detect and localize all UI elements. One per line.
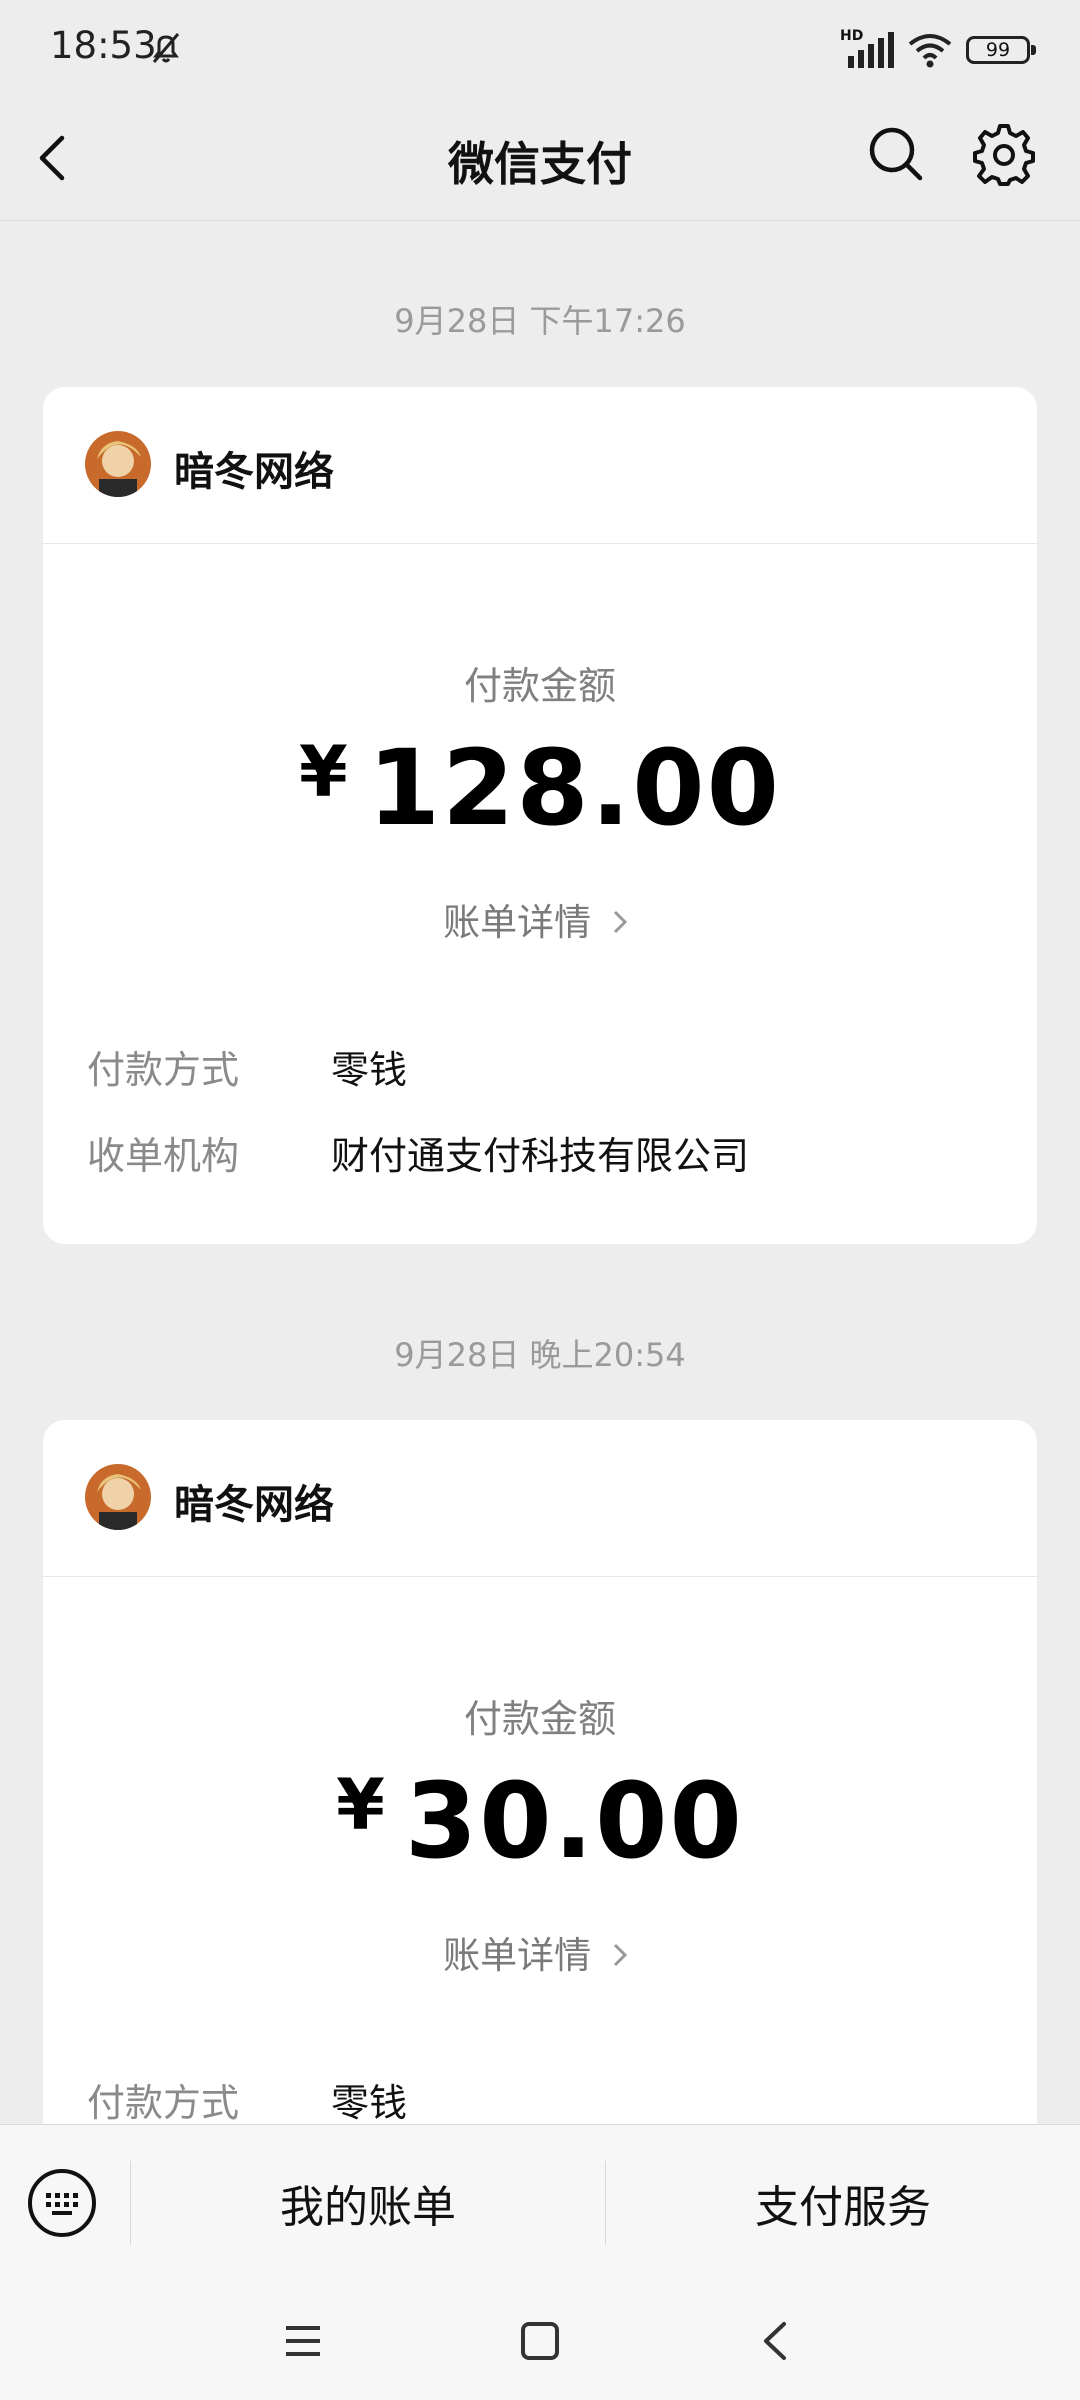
row-key: 收单机构: [87, 1134, 240, 1178]
keyboard-icon[interactable]: [26, 2167, 98, 2239]
bottom-menu-bar: 我的账单 支付服务: [0, 2124, 1080, 2277]
merchant-name: 暗冬网络: [174, 449, 334, 495]
bill-detail-link[interactable]: 账单详情: [43, 1925, 1037, 1979]
merchant-name: 暗冬网络: [174, 1482, 334, 1528]
home-icon[interactable]: [515, 2316, 565, 2366]
row-value: 零钱: [331, 2081, 408, 2125]
row-key: 付款方式: [87, 1048, 240, 1092]
card-header[interactable]: 暗冬网络: [43, 1420, 1037, 1577]
merchant-avatar: [85, 1464, 151, 1530]
battery-indicator: 99: [966, 36, 1036, 64]
chevron-right-icon: [613, 1943, 627, 1967]
bell-off-icon: [152, 33, 180, 63]
wifi-icon: [908, 34, 952, 68]
transaction-timestamp: 9月28日 下午17:26: [394, 302, 686, 340]
amount-value: 30.00: [404, 1760, 744, 1882]
status-icons: HD 99: [840, 28, 1036, 72]
navbar: 微信支付: [0, 96, 1080, 221]
row-key: 付款方式: [87, 2081, 240, 2125]
merchant-avatar: [85, 431, 151, 497]
amount-label: 付款金额: [463, 664, 616, 708]
amount-label: 付款金额: [463, 1697, 616, 1741]
search-icon[interactable]: [866, 124, 926, 184]
card-header[interactable]: 暗冬网络: [43, 387, 1037, 544]
status-bar: 18:53 HD 99: [0, 0, 1080, 96]
transaction-timestamp: 9月28日 晚上20:54: [394, 1336, 686, 1374]
amount-value: 128.00: [367, 727, 782, 849]
row-value: 财付通支付科技有限公司: [331, 1134, 750, 1178]
signal-icon: HD: [840, 28, 894, 70]
network-label: HD: [840, 28, 864, 44]
system-navigation-bar: [0, 2276, 1080, 2400]
currency-symbol: ¥: [336, 1764, 387, 1846]
transaction-card[interactable]: 暗冬网络 付款金额 ¥128.00 账单详情 付款方式 零钱 收单机构 财付通支…: [43, 387, 1037, 1244]
my-bills-menu[interactable]: 我的账单: [131, 2171, 605, 2235]
transaction-card[interactable]: 暗冬网络 付款金额 ¥30.00 账单详情 付款方式 零钱: [43, 1420, 1037, 2160]
bill-detail-label: 账单详情: [443, 901, 592, 944]
row-value: 零钱: [331, 1048, 408, 1092]
battery-level: 99: [985, 39, 1011, 61]
chevron-right-icon: [613, 910, 627, 934]
payment-services-menu[interactable]: 支付服务: [606, 2171, 1080, 2235]
bill-detail-label: 账单详情: [443, 1934, 592, 1977]
status-time: 18:53: [50, 24, 157, 67]
payment-amount: ¥128.00: [43, 727, 1037, 849]
back-icon[interactable]: [752, 2316, 802, 2366]
currency-symbol: ¥: [298, 731, 350, 813]
gear-icon[interactable]: [972, 122, 1036, 186]
bill-detail-link[interactable]: 账单详情: [43, 892, 1037, 946]
payment-amount: ¥30.00: [43, 1760, 1037, 1882]
menu-icon[interactable]: [278, 2316, 328, 2366]
